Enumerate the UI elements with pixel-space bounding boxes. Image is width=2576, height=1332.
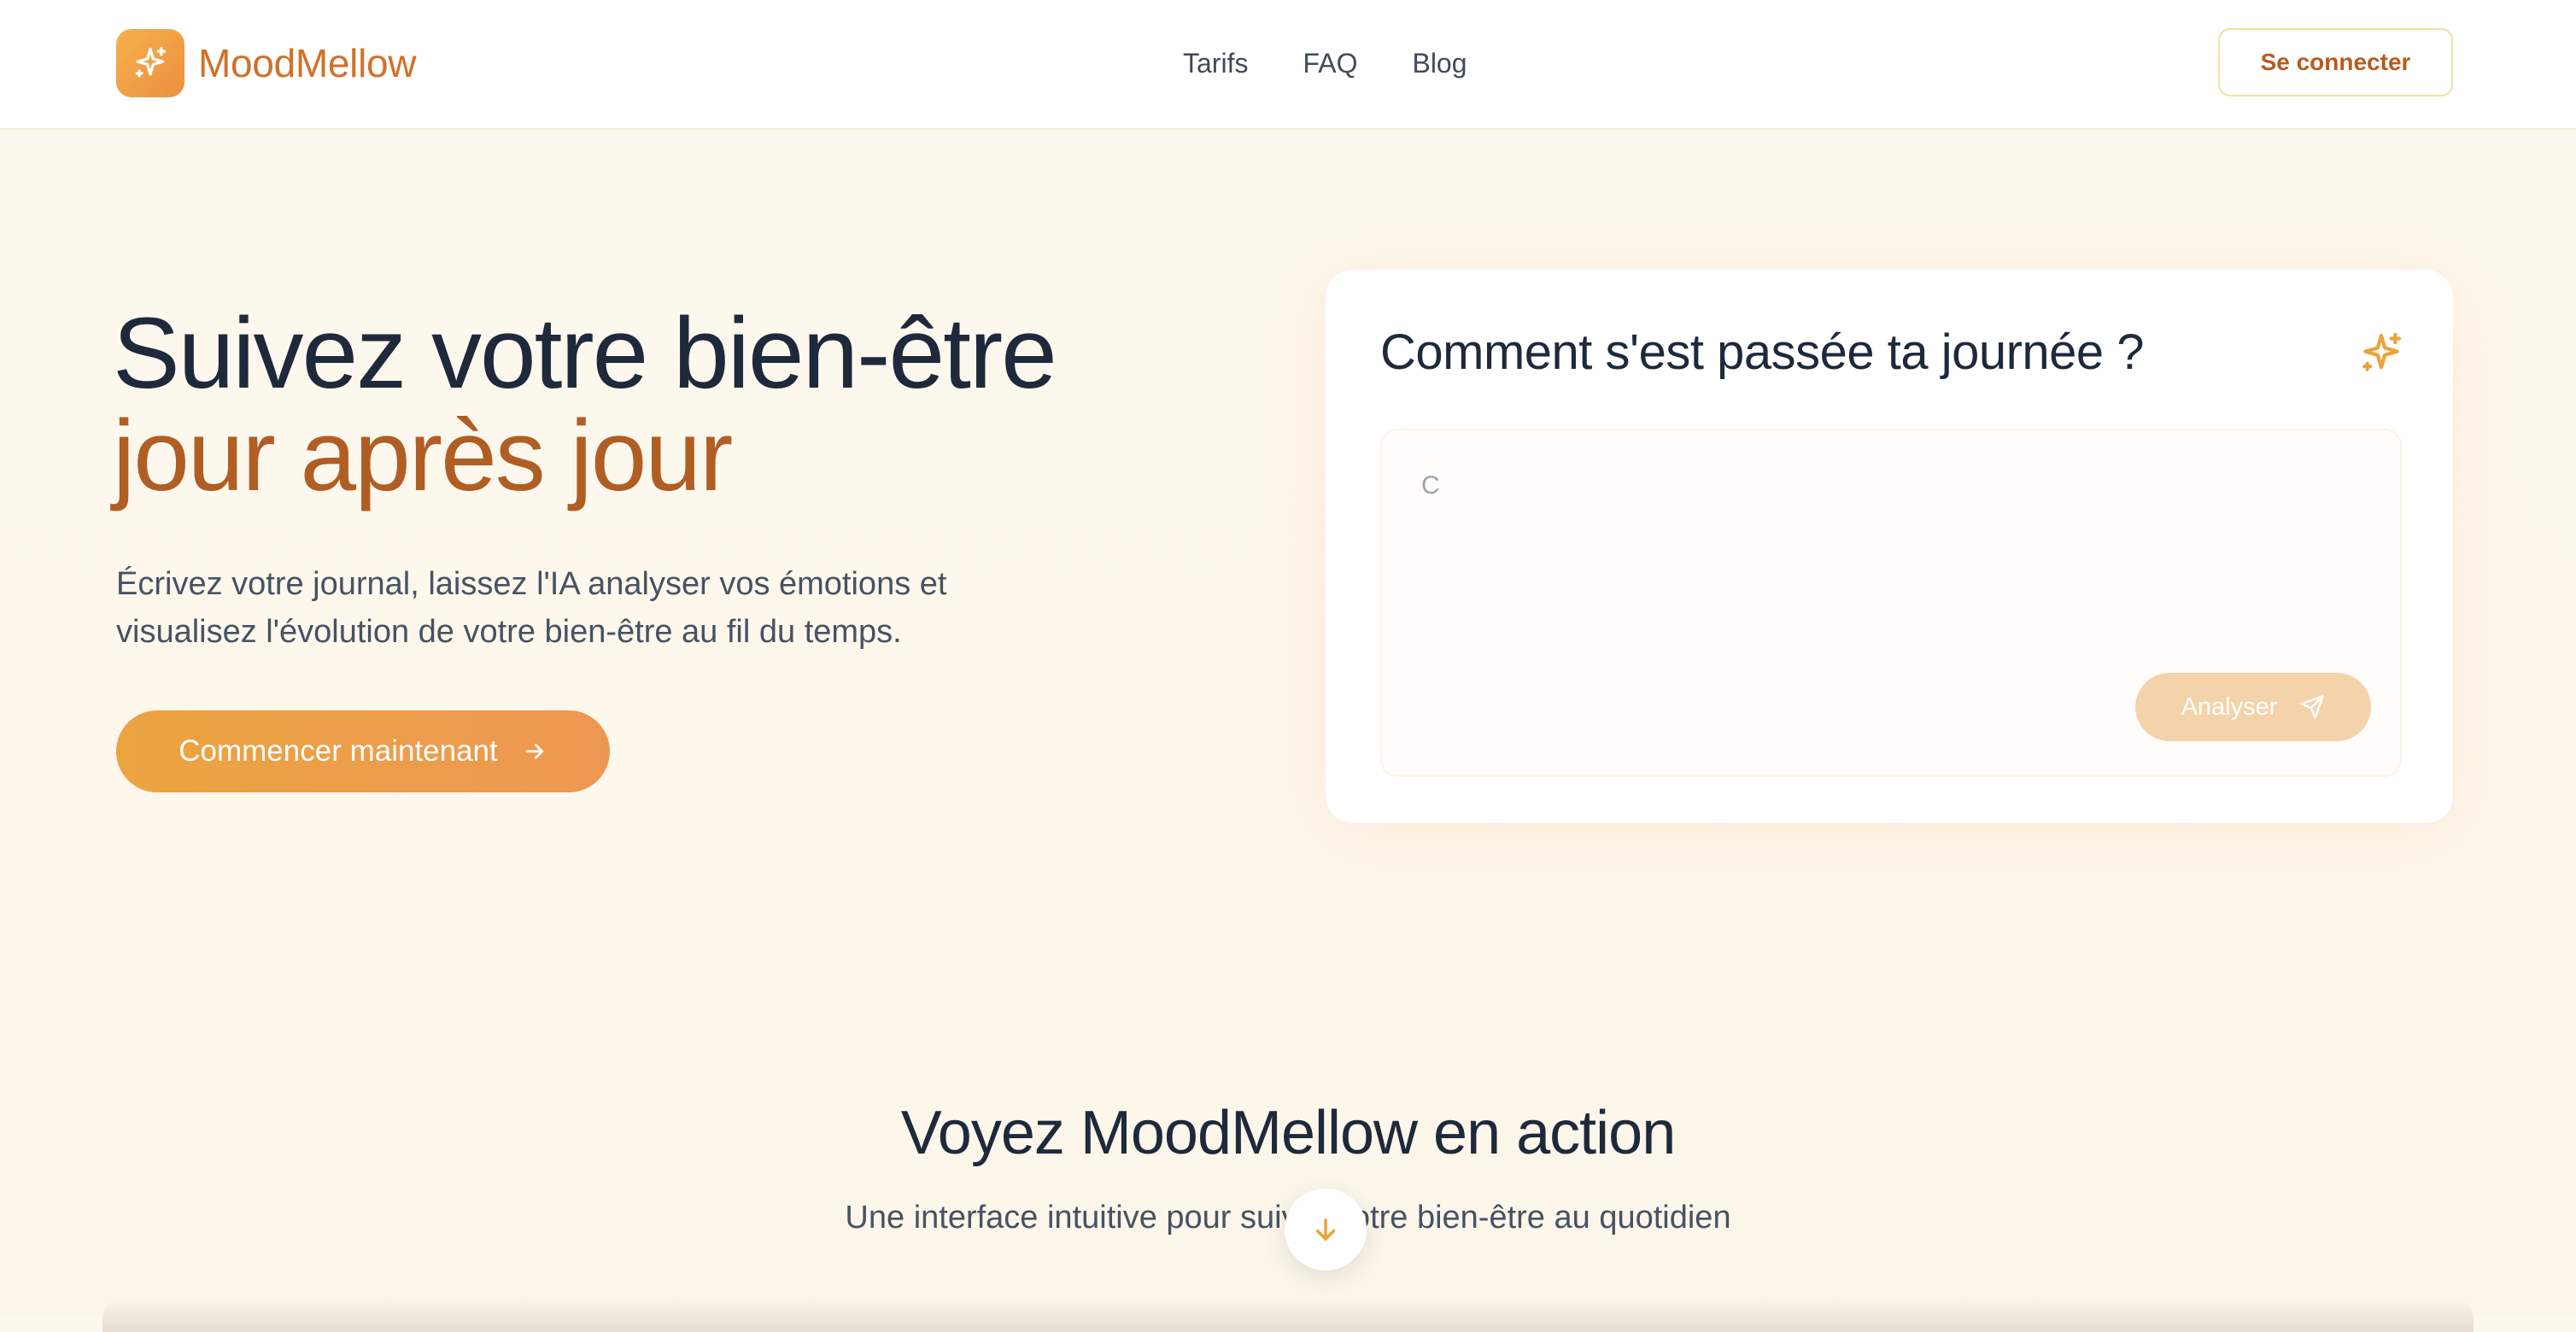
demo-preview-edge	[102, 1298, 2474, 1332]
sparkles-icon	[135, 46, 167, 78]
login-button[interactable]: Se connecter	[2218, 28, 2453, 96]
sparkles-icon	[2362, 332, 2402, 371]
analyze-button[interactable]: Analyser	[2135, 673, 2371, 741]
nav-link-tarifs[interactable]: Tarifs	[1183, 44, 1248, 82]
main-nav: Tarifs FAQ Blog	[1183, 44, 1467, 82]
logo[interactable]	[116, 29, 184, 97]
hero-title-line1: Suivez votre bien-être	[113, 297, 1057, 410]
site-header: MoodMellow Tarifs FAQ Blog Se connecter	[0, 0, 2576, 130]
hero-description: Écrivez votre journal, laissez l'IA anal…	[116, 566, 947, 650]
demo-section-title: Voyez MoodMellow en action	[900, 1099, 1677, 1167]
brand-name[interactable]: MoodMellow	[198, 39, 417, 87]
nav-link-faq[interactable]: FAQ	[1303, 44, 1357, 82]
send-icon	[2300, 695, 2325, 719]
journal-card-title: Comment s'est passée ta journée ?	[1380, 324, 2145, 380]
hero-title-line2: jour après jour	[113, 400, 733, 512]
arrow-right-icon	[525, 744, 543, 759]
nav-link-blog[interactable]: Blog	[1412, 44, 1467, 82]
journal-textarea-value: C	[1421, 471, 1440, 500]
start-now-button[interactable]: Commencer maintenant	[116, 710, 610, 792]
analyze-label: Analyser	[2181, 692, 2278, 721]
cta-label: Commencer maintenant	[179, 734, 498, 768]
arrow-down-icon	[1315, 1218, 1336, 1241]
scroll-down-button[interactable]	[1285, 1189, 1367, 1271]
